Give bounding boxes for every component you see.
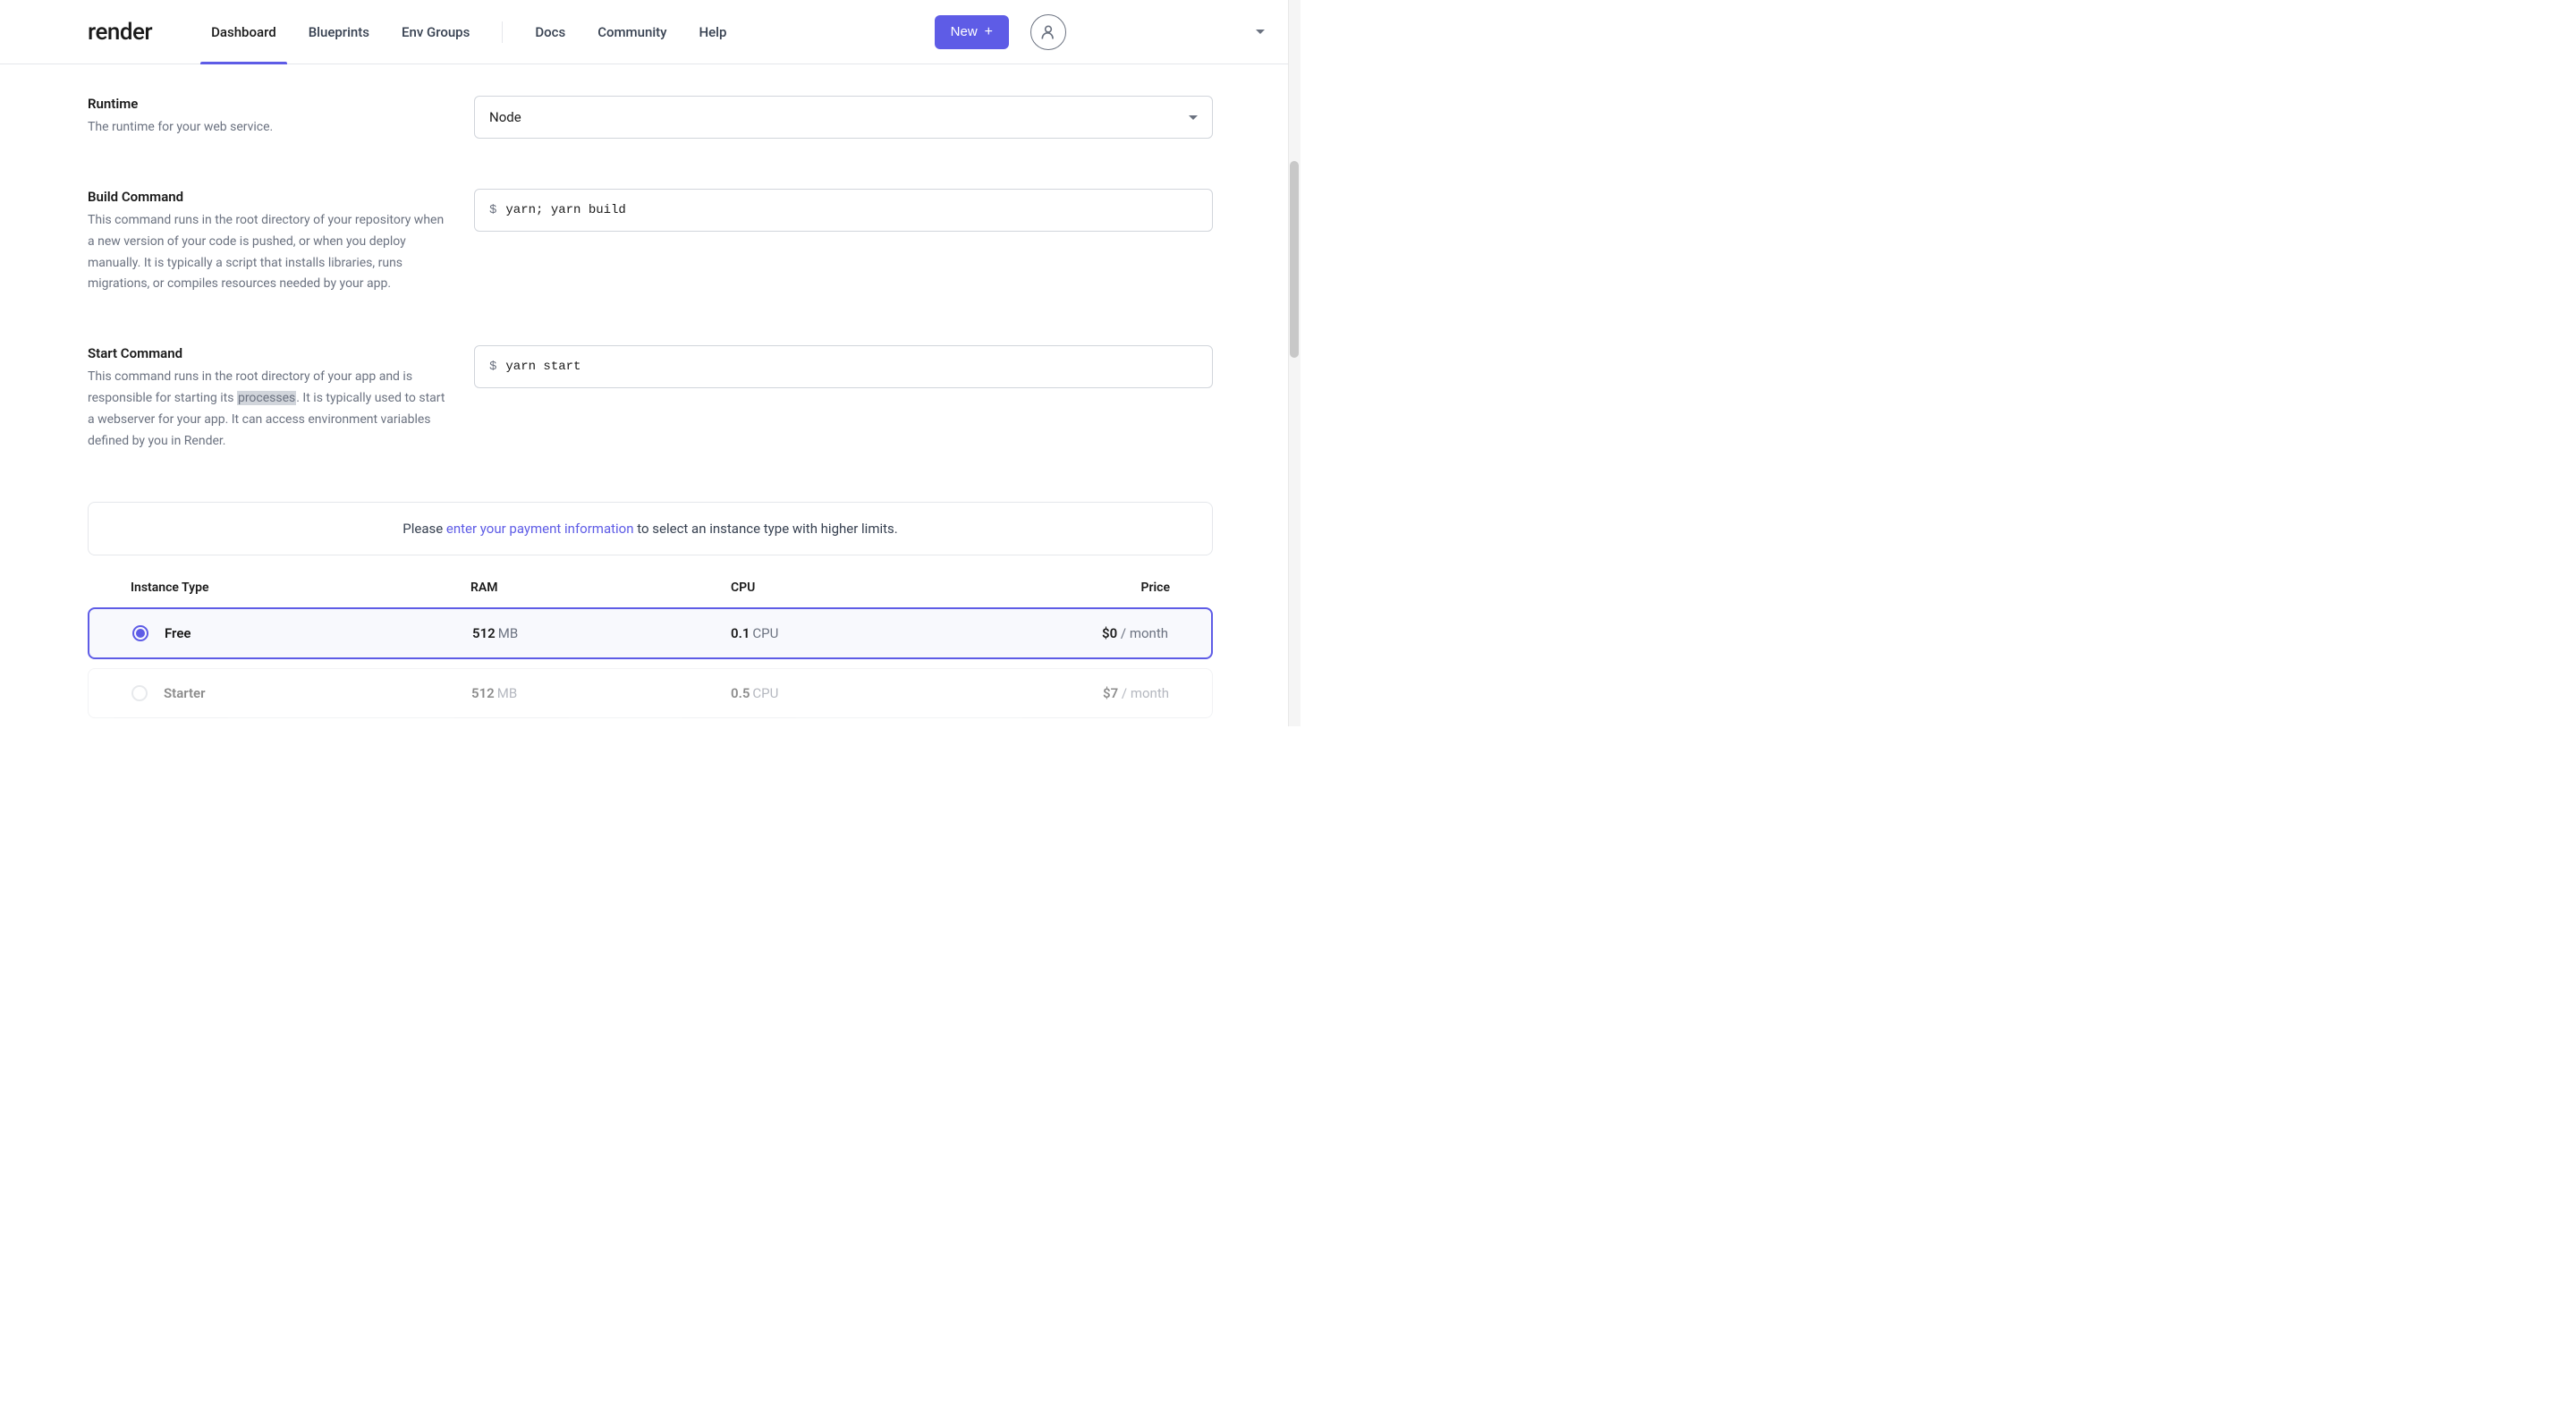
th-cpu: CPU bbox=[731, 581, 991, 595]
start-command-row: Start Command This command runs in the r… bbox=[88, 345, 1213, 452]
nav-dashboard[interactable]: Dashboard bbox=[195, 0, 292, 64]
build-command-row: Build Command This command runs in the r… bbox=[88, 189, 1213, 295]
radio-starter[interactable] bbox=[131, 685, 148, 701]
new-button[interactable]: New + bbox=[935, 15, 1009, 49]
payment-info-link[interactable]: enter your payment information bbox=[446, 521, 634, 537]
instance-table-header: Instance Type RAM CPU Price bbox=[88, 581, 1213, 607]
payment-banner-suffix: to select an instance type with higher l… bbox=[634, 521, 898, 537]
instance-row-free[interactable]: Free 512MB 0.1CPU $0 / month bbox=[88, 607, 1213, 659]
price-cell: $7 / month bbox=[990, 685, 1169, 701]
account-dropdown[interactable] bbox=[1249, 22, 1272, 41]
user-avatar-button[interactable] bbox=[1030, 14, 1066, 50]
runtime-row: Runtime The runtime for your web service… bbox=[88, 96, 1213, 139]
main-nav: Dashboard Blueprints Env Groups Docs Com… bbox=[195, 0, 742, 64]
build-command-desc: This command runs in the root directory … bbox=[88, 210, 447, 295]
ram-cell: 512MB bbox=[471, 685, 731, 701]
new-button-label: New bbox=[951, 24, 978, 39]
start-command-input-wrapper[interactable]: $ bbox=[474, 345, 1213, 388]
runtime-input-col: Node bbox=[474, 96, 1213, 139]
start-command-prefix: $ bbox=[489, 360, 496, 374]
runtime-desc: The runtime for your web service. bbox=[88, 117, 447, 139]
chevron-down-icon bbox=[1256, 30, 1265, 34]
payment-banner-prefix: Please bbox=[402, 521, 446, 537]
start-command-input-col: $ bbox=[474, 345, 1213, 452]
build-command-title: Build Command bbox=[88, 189, 447, 205]
cpu-unit: CPU bbox=[752, 625, 778, 641]
start-command-input[interactable] bbox=[505, 360, 1198, 374]
plus-icon: + bbox=[985, 24, 993, 40]
price-value: $7 bbox=[1103, 685, 1118, 701]
price-period: / month bbox=[1122, 685, 1169, 701]
instance-row-starter[interactable]: Starter 512MB 0.5CPU $7 / month bbox=[88, 668, 1213, 718]
cpu-cell: 0.1CPU bbox=[731, 625, 989, 641]
price-period: / month bbox=[1121, 625, 1168, 641]
runtime-select[interactable]: Node bbox=[474, 96, 1213, 139]
nav-help[interactable]: Help bbox=[682, 0, 742, 64]
user-icon bbox=[1039, 23, 1057, 41]
instance-name-cell: Starter bbox=[131, 685, 471, 701]
scrollbar-thumb[interactable] bbox=[1290, 161, 1299, 358]
nav-divider bbox=[502, 21, 503, 43]
ram-unit: MB bbox=[497, 685, 517, 701]
ram-cell: 512MB bbox=[472, 625, 731, 641]
build-command-input-wrapper[interactable]: $ bbox=[474, 189, 1213, 232]
build-command-input-col: $ bbox=[474, 189, 1213, 295]
header-right: New + bbox=[935, 14, 1272, 50]
build-command-input[interactable] bbox=[505, 203, 1198, 217]
instance-name: Free bbox=[165, 625, 191, 641]
nav-env-groups[interactable]: Env Groups bbox=[386, 0, 486, 64]
chevron-down-icon bbox=[1189, 115, 1198, 120]
th-price: Price bbox=[991, 581, 1170, 595]
nav-community[interactable]: Community bbox=[581, 0, 682, 64]
th-instance-type: Instance Type bbox=[131, 581, 470, 595]
start-command-desc-highlight: processes bbox=[237, 391, 296, 405]
start-command-title: Start Command bbox=[88, 345, 447, 361]
price-cell: $0 / month bbox=[989, 625, 1168, 641]
runtime-label-col: Runtime The runtime for your web service… bbox=[88, 96, 474, 139]
content: Runtime The runtime for your web service… bbox=[0, 64, 1301, 726]
instance-name-cell: Free bbox=[132, 625, 472, 641]
nav-blueprints[interactable]: Blueprints bbox=[292, 0, 386, 64]
instance-name: Starter bbox=[164, 685, 206, 701]
cpu-value: 0.1 bbox=[731, 625, 750, 641]
th-ram: RAM bbox=[470, 581, 731, 595]
nav-docs[interactable]: Docs bbox=[519, 0, 581, 64]
payment-banner: Please enter your payment information to… bbox=[88, 502, 1213, 555]
logo[interactable]: render bbox=[88, 19, 152, 46]
scrollbar-track[interactable] bbox=[1288, 0, 1301, 726]
runtime-title: Runtime bbox=[88, 96, 447, 112]
ram-value: 512 bbox=[471, 685, 495, 701]
start-command-label-col: Start Command This command runs in the r… bbox=[88, 345, 474, 452]
header: render Dashboard Blueprints Env Groups D… bbox=[0, 0, 1301, 64]
cpu-value: 0.5 bbox=[731, 685, 750, 701]
ram-value: 512 bbox=[472, 625, 496, 641]
cpu-unit: CPU bbox=[752, 685, 778, 701]
price-value: $0 bbox=[1102, 625, 1117, 641]
start-command-desc: This command runs in the root directory … bbox=[88, 367, 447, 452]
runtime-value: Node bbox=[489, 109, 521, 125]
build-command-prefix: $ bbox=[489, 203, 496, 217]
build-command-label-col: Build Command This command runs in the r… bbox=[88, 189, 474, 295]
radio-free[interactable] bbox=[132, 625, 148, 641]
cpu-cell: 0.5CPU bbox=[731, 685, 990, 701]
ram-unit: MB bbox=[498, 625, 518, 641]
